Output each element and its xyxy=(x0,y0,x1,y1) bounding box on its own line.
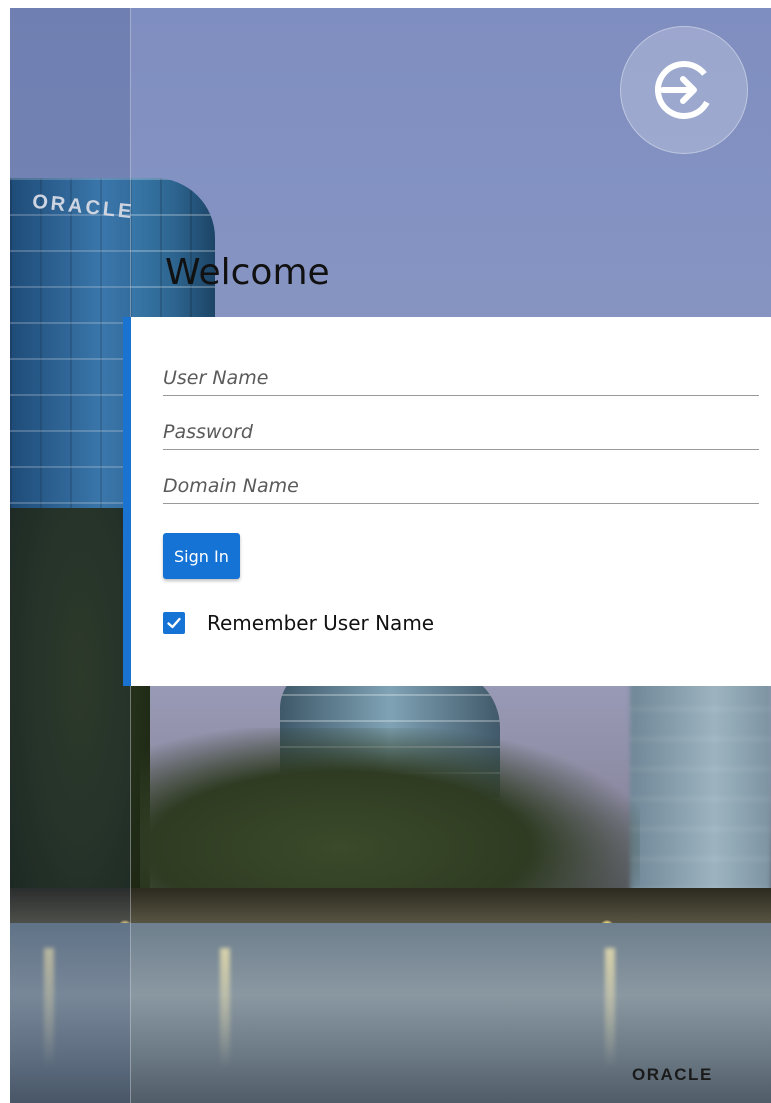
background-building-right xyxy=(630,678,771,918)
oracle-logo: ORACLE xyxy=(632,1065,713,1084)
username-input[interactable] xyxy=(163,361,759,395)
domain-field xyxy=(163,469,759,504)
login-icon-button[interactable] xyxy=(620,26,748,154)
background-reflection xyxy=(605,948,615,1068)
login-panel: Sign In Remember User Name xyxy=(123,317,771,686)
remember-user-checkbox[interactable] xyxy=(163,612,185,634)
checkmark-icon xyxy=(167,617,181,629)
username-field xyxy=(163,361,759,396)
password-field xyxy=(163,415,759,450)
sign-in-button[interactable]: Sign In xyxy=(163,533,240,579)
remember-user-row[interactable]: Remember User Name xyxy=(163,611,434,635)
remember-user-label: Remember User Name xyxy=(207,611,435,635)
login-page: ORACLE Welcome Sign In xyxy=(10,8,771,1103)
left-overlay-strip xyxy=(10,8,131,1103)
page-title: Welcome xyxy=(165,252,330,293)
sign-in-icon xyxy=(655,61,713,119)
domain-input[interactable] xyxy=(163,469,759,503)
password-input[interactable] xyxy=(163,415,759,449)
background-reflection xyxy=(220,948,230,1068)
